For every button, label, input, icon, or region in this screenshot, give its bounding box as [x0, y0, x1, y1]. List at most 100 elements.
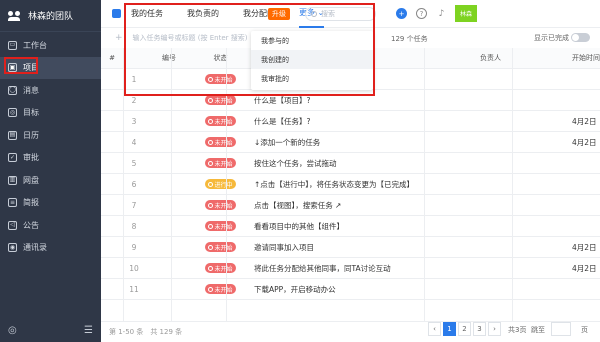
row-owner[interactable]: [446, 195, 534, 215]
row-start[interactable]: 4月2日: [534, 237, 600, 257]
row-select[interactable]: [101, 111, 123, 131]
row-title[interactable]: ↑点击【进行中】，将任务状态变更为【已完成】: [248, 174, 446, 194]
status-dot-icon: [208, 97, 214, 103]
table-row[interactable]: 4 未开始 ↓添加一个新的任务 4月2日: [101, 132, 600, 153]
row-owner[interactable]: [446, 132, 534, 152]
status-badge[interactable]: 未开始: [205, 284, 236, 294]
status-badge[interactable]: 未开始: [205, 137, 236, 147]
page-2-button[interactable]: 2: [458, 322, 471, 336]
team-header[interactable]: 林森的团队: [0, 0, 101, 32]
row-owner[interactable]: [446, 111, 534, 131]
status-badge[interactable]: 未开始: [205, 95, 236, 105]
row-select[interactable]: [101, 237, 123, 257]
sidebar-item[interactable]: ≡ 简报: [0, 192, 101, 215]
row-select[interactable]: [101, 174, 123, 194]
row-start[interactable]: 4月2日: [534, 111, 600, 131]
sidebar-item[interactable]: ✓ 审批: [0, 147, 101, 170]
row-start[interactable]: [534, 216, 600, 236]
row-start[interactable]: [534, 69, 600, 89]
row-select[interactable]: [101, 216, 123, 236]
row-select[interactable]: [101, 69, 123, 89]
add-task-icon[interactable]: +: [115, 33, 123, 43]
page-1-button[interactable]: 1: [443, 322, 456, 336]
row-owner[interactable]: [446, 174, 534, 194]
status-badge[interactable]: 未开始: [205, 116, 236, 126]
row-start[interactable]: [534, 195, 600, 215]
row-title[interactable]: 看看项目中的其他【组件】: [248, 216, 446, 236]
table-row[interactable]: 3 未开始 什么是【任务】? 4月2日: [101, 111, 600, 132]
status-badge[interactable]: 未开始: [205, 263, 236, 273]
row-start[interactable]: 4月2日: [534, 132, 600, 152]
row-start[interactable]: [534, 174, 600, 194]
row-title[interactable]: 什么是【任务】?: [248, 111, 446, 131]
sidebar-item[interactable]: ▤ 日历: [0, 124, 101, 147]
row-title[interactable]: ↓添加一个新的任务: [248, 132, 446, 152]
show-done-toggle[interactable]: [571, 33, 590, 42]
row-select[interactable]: [101, 279, 123, 299]
table-row[interactable]: 7 未开始 点击【视图】，搜索任务 ↗: [101, 195, 600, 216]
sidebar-item-label: 网盘: [23, 175, 39, 185]
column-divider: [512, 48, 513, 321]
row-start[interactable]: 4月2日: [534, 258, 600, 278]
row-status: 进行中: [193, 174, 248, 194]
row-status: 未开始: [193, 132, 248, 152]
row-owner[interactable]: [446, 237, 534, 257]
project-view-icon[interactable]: [112, 9, 121, 18]
page-3-button[interactable]: 3: [473, 322, 486, 336]
row-title[interactable]: 点击【视图】，搜索任务 ↗: [248, 195, 446, 215]
col-owner[interactable]: 负责人: [446, 48, 534, 68]
status-badge[interactable]: 未开始: [205, 242, 236, 252]
row-select[interactable]: [101, 258, 123, 278]
row-owner[interactable]: [446, 90, 534, 110]
row-select[interactable]: [101, 195, 123, 215]
next-page-button[interactable]: ›: [488, 322, 501, 336]
jump-page-input[interactable]: [551, 322, 571, 336]
pagination-total: 第 1-50 条 共 129 条: [109, 328, 183, 336]
row-start[interactable]: [534, 90, 600, 110]
sidebar-item[interactable]: ◯ 消息: [0, 79, 101, 102]
row-owner[interactable]: [446, 216, 534, 236]
add-icon[interactable]: +: [396, 8, 407, 19]
status-badge[interactable]: 进行中: [205, 179, 236, 189]
sidebar-item[interactable]: ◁ 公告: [0, 214, 101, 237]
page-suffix: 页: [581, 326, 588, 334]
status-badge[interactable]: 未开始: [205, 221, 236, 231]
table-row[interactable]: 10 未开始 将此任务分配给其他同事，同TA讨论互动 4月2日: [101, 258, 600, 279]
table-row[interactable]: 6 进行中 ↑点击【进行中】，将任务状态变更为【已完成】: [101, 174, 600, 195]
status-label: 未开始: [214, 223, 233, 231]
row-select[interactable]: [101, 132, 123, 152]
status-badge[interactable]: 未开始: [205, 158, 236, 168]
table-row[interactable]: 8 未开始 看看项目中的其他【组件】: [101, 216, 600, 237]
row-title[interactable]: 按住这个任务，尝试拖动: [248, 153, 446, 173]
row-owner[interactable]: [446, 153, 534, 173]
settings-icon[interactable]: ◎: [8, 325, 17, 336]
status-badge[interactable]: 未开始: [205, 200, 236, 210]
table-row[interactable]: 11 未开始 下载APP，开启移动办公: [101, 279, 600, 300]
sidebar-item[interactable]: ▥ 网盘: [0, 169, 101, 192]
row-select[interactable]: [101, 90, 123, 110]
row-owner[interactable]: [446, 258, 534, 278]
collapse-icon[interactable]: ☰: [84, 325, 93, 336]
notice-icon: ◁: [8, 220, 17, 230]
bell-icon[interactable]: ♪: [436, 8, 447, 19]
table-row[interactable]: 9 未开始 邀请同事加入项目 4月2日: [101, 237, 600, 258]
row-title[interactable]: 邀请同事加入项目: [248, 237, 446, 257]
sidebar-item[interactable]: ▭ 工作台: [0, 34, 101, 57]
prev-page-button[interactable]: ‹: [428, 322, 441, 336]
sidebar-item[interactable]: ◉ 通讯录: [0, 237, 101, 260]
row-status: 未开始: [193, 216, 248, 236]
row-start[interactable]: [534, 279, 600, 299]
table-row[interactable]: 5 未开始 按住这个任务，尝试拖动: [101, 153, 600, 174]
row-start[interactable]: [534, 153, 600, 173]
sidebar-item[interactable]: ◎ 目标: [0, 102, 101, 125]
row-number: [145, 195, 193, 215]
avatar[interactable]: 林森: [455, 5, 477, 22]
status-dot-icon: [208, 139, 214, 145]
row-owner[interactable]: [446, 69, 534, 89]
help-icon[interactable]: ?: [416, 8, 427, 19]
row-title[interactable]: 将此任务分配给其他同事，同TA讨论互动: [248, 258, 446, 278]
row-select[interactable]: [101, 153, 123, 173]
row-title[interactable]: 下载APP，开启移动办公: [248, 279, 446, 299]
col-start[interactable]: 开始时间: [534, 48, 600, 68]
row-owner[interactable]: [446, 279, 534, 299]
